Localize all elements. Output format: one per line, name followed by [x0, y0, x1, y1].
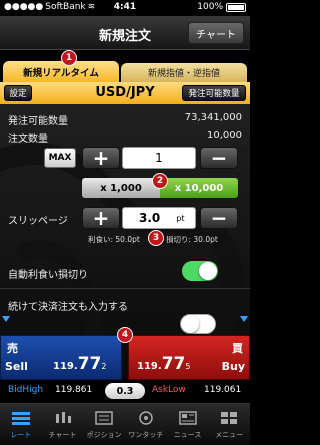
order-quantity-label: 注文数量 [8, 134, 48, 145]
tab-chart[interactable]: チャート [42, 404, 84, 445]
orderable-quantity-value: 73,341,000 [184, 112, 242, 123]
slippage-value: 3.0 [139, 211, 161, 225]
callout-badge-1: 1 [61, 50, 77, 66]
bid-high-value: 119.861 [55, 385, 93, 395]
buy-price-pips: 77 [161, 354, 186, 374]
take-profit-text: 利食い: 50.0pt [88, 235, 140, 244]
minus-icon: − [210, 146, 228, 170]
sell-label: Sell [5, 360, 28, 373]
plus-icon: + [92, 206, 110, 230]
ask-low-label: AskLow [152, 385, 186, 395]
chart-icon [52, 409, 74, 427]
chart-button[interactable]: チャート [188, 22, 244, 44]
scroll-down-arrow-icon[interactable] [240, 316, 248, 322]
tab-position-label: ポジション [86, 431, 122, 439]
buy-label: Buy [221, 360, 245, 373]
divider [0, 288, 250, 289]
toggle-knob [199, 262, 217, 280]
tab-rate[interactable]: レート [0, 404, 42, 445]
max-button[interactable]: MAX [44, 148, 76, 168]
news-icon [177, 409, 199, 427]
settle-order-label: 続けて決済注文も入力する [8, 302, 128, 313]
status-bar: ●●●●● SoftBank ≋ 4:41 100% [0, 0, 250, 16]
tab-new-realtime[interactable]: 新規リアルタイム [3, 61, 119, 82]
slippage-input[interactable]: 3.0 pt [122, 207, 196, 229]
multiplier-1000-button[interactable]: x 1,000 [82, 178, 160, 198]
menu-icon [218, 409, 240, 427]
tab-chart-label: チャート [48, 431, 77, 439]
rate-icon [10, 409, 32, 427]
position-icon [93, 409, 115, 427]
slippage-label: スリッページ [8, 216, 68, 227]
sell-button[interactable]: 売 Sell 119. 77 2 [0, 335, 122, 380]
one-touch-icon [135, 409, 157, 427]
sell-price-prefix: 119. [53, 361, 78, 372]
buy-price-fraction: 5 [185, 362, 191, 371]
order-quantity-value: 10,000 [207, 130, 242, 141]
quantity-input[interactable]: 1 [122, 147, 196, 169]
settle-order-toggle[interactable] [180, 314, 216, 334]
plus-icon: + [92, 146, 110, 170]
tab-news[interactable]: ニュース [167, 404, 209, 445]
spread-badge: 0.3 [105, 383, 145, 399]
quantity-plus-button[interactable]: + [82, 147, 120, 169]
buy-price-prefix: 119. [137, 361, 162, 372]
sell-price-pips: 77 [77, 354, 102, 374]
multiplier-10000-button[interactable]: x 10,000 [160, 178, 238, 198]
callout-badge-2: 2 [152, 173, 168, 189]
tab-position[interactable]: ポジション [83, 404, 125, 445]
slippage-unit: pt [176, 213, 185, 223]
minus-icon: − [210, 206, 228, 230]
battery-percent: 100% [197, 2, 223, 12]
currency-bar: 設定 USD/JPY 発注可能数量 [0, 82, 250, 104]
tab-menu-label: メニュー [215, 431, 244, 439]
quantity-minus-button[interactable]: − [200, 147, 238, 169]
stop-loss-text: 損切り: 30.0pt [166, 235, 218, 244]
trade-panel: 売 Sell 119. 77 2 買 Buy 119. 77 5 4 [0, 327, 250, 380]
auto-tp-sl-label: 自動利食い損切り [8, 270, 88, 281]
buy-price: 119. 77 5 [137, 354, 190, 374]
callout-badge-3: 3 [148, 230, 164, 246]
tab-menu[interactable]: メニュー [208, 404, 250, 445]
tab-news-label: ニュース [173, 431, 202, 439]
sell-price-fraction: 2 [101, 362, 107, 371]
tab-new-limit-stop[interactable]: 新規指値・逆指値 [121, 63, 247, 82]
orderable-quantity-label: 発注可能数量 [8, 116, 68, 127]
toggle-knob [181, 315, 199, 333]
tab-one-touch[interactable]: ワンタッチ [125, 404, 167, 445]
bottom-tab-bar: レート チャート ポジション ワンタッチ ニュース メニュー [0, 403, 250, 445]
tab-one-touch-label: ワンタッチ [128, 431, 164, 439]
buy-kanji: 買 [232, 342, 243, 355]
scroll-down-arrow-icon[interactable] [2, 316, 10, 322]
battery-icon [226, 2, 246, 12]
sell-price: 119. 77 2 [53, 354, 106, 374]
auto-tp-sl-toggle[interactable] [182, 261, 218, 281]
ask-low-value: 119.061 [204, 385, 242, 395]
buy-button[interactable]: 買 Buy 119. 77 5 [128, 335, 250, 380]
tab-rate-label: レート [10, 431, 32, 439]
bid-high-label: BidHigh [8, 385, 44, 395]
orderable-quantity-button[interactable]: 発注可能数量 [182, 85, 246, 101]
callout-badge-4: 4 [117, 327, 133, 343]
slippage-plus-button[interactable]: + [82, 207, 120, 229]
sell-kanji: 売 [7, 342, 18, 355]
nav-bar: 新規注文 チャート [0, 16, 250, 50]
battery: 100% [197, 2, 246, 12]
slippage-minus-button[interactable]: − [200, 207, 238, 229]
